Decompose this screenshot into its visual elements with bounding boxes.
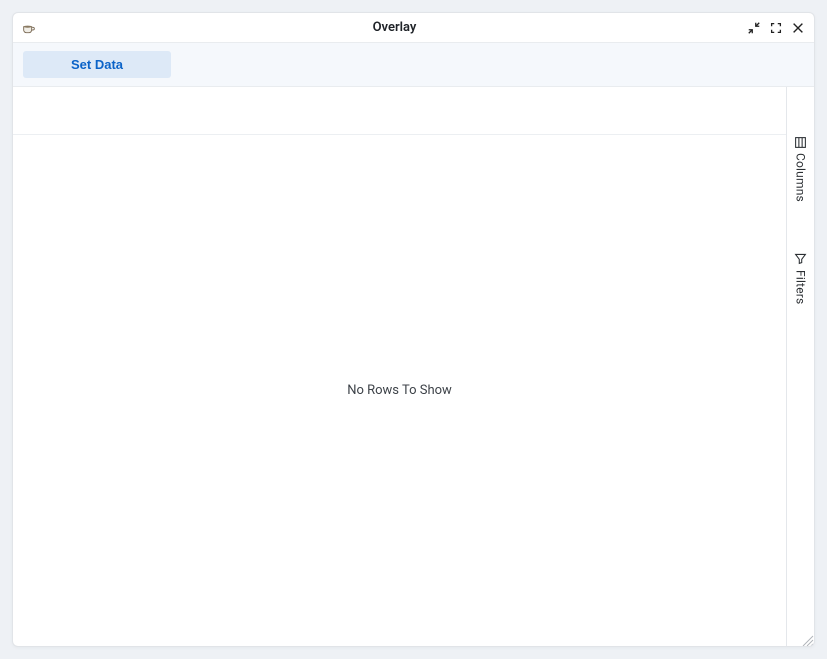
window-controls xyxy=(746,20,806,36)
toolbar: Set Data xyxy=(13,43,814,87)
close-icon[interactable] xyxy=(790,20,806,36)
window-title: Overlay xyxy=(43,20,746,35)
columns-icon xyxy=(794,135,808,149)
side-tab-columns-label: Columns xyxy=(794,153,808,202)
grid-header-row xyxy=(13,87,786,135)
data-grid: No Rows To Show xyxy=(13,87,786,646)
empty-rows-message: No Rows To Show xyxy=(347,383,452,398)
app-icon xyxy=(21,20,37,36)
maximize-icon[interactable] xyxy=(768,20,784,36)
set-data-button[interactable]: Set Data xyxy=(23,51,171,78)
grid-side-panel: Columns Filters xyxy=(786,87,814,646)
side-tab-filters-label: Filters xyxy=(794,270,808,304)
resize-handle[interactable] xyxy=(800,632,814,646)
minimize-icon[interactable] xyxy=(746,20,762,36)
filter-icon xyxy=(794,252,808,266)
overlay-window: Overlay xyxy=(12,12,815,647)
titlebar: Overlay xyxy=(13,13,814,43)
side-tab-columns[interactable]: Columns xyxy=(794,135,808,202)
content-area: No Rows To Show Columns xyxy=(13,87,814,646)
side-tab-filters[interactable]: Filters xyxy=(794,252,808,304)
grid-body: No Rows To Show xyxy=(13,135,786,646)
